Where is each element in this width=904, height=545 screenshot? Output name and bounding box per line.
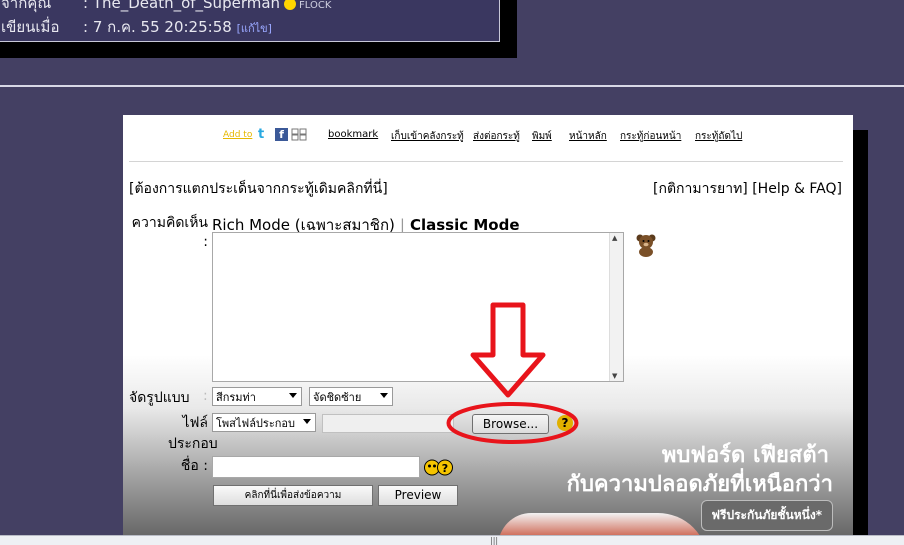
post-toolbar: Add to t f bookmark เก็บเข้าคลังกระทู้ ส… [123, 128, 853, 144]
author-row: จากคุณ : The_Death_of_Superman FLOCK [1, 0, 331, 15]
emoticon-icon[interactable]: ? [424, 459, 454, 476]
post-info-box: จากคุณ : The_Death_of_Superman FLOCK เขียน… [0, 0, 500, 42]
font-color-value: สีกรมท่า [216, 391, 256, 404]
file-path-input[interactable] [322, 414, 454, 433]
flock-label: FLOCK [299, 0, 332, 11]
chevron-down-icon [303, 419, 311, 424]
file-type-select[interactable]: โพสไฟล์ประกอบ [212, 413, 316, 432]
align-value: จัดชิดซ้าย [313, 391, 362, 404]
chevron-down-icon [380, 393, 388, 398]
chevron-down-icon [289, 393, 297, 398]
name-label: ชื่อ : [180, 458, 208, 474]
file-colon: : [203, 414, 208, 430]
bear-emoticon-icon[interactable] [635, 233, 657, 257]
forward-thread-link[interactable]: ส่งต่อกระทู้ [473, 129, 520, 144]
post-info-shadow: จากคุณ : The_Death_of_Superman FLOCK เขียน… [0, 0, 517, 58]
home-link[interactable]: หน้าหลัก [569, 129, 607, 144]
annotation-ellipse [446, 402, 579, 444]
bookmark-link[interactable]: bookmark [328, 129, 378, 140]
textarea-scrollbar[interactable]: ▲ ▼ [609, 233, 623, 381]
opinion-label: ความคิดเห็น : [131, 215, 208, 250]
flock-icon [284, 0, 297, 10]
toolbar-divider [129, 161, 843, 162]
add-to-link[interactable]: Add to [223, 130, 252, 140]
submit-button[interactable]: คลิกที่นี่เพื่อส่งข้อความ [213, 485, 373, 506]
preview-button[interactable]: Preview [378, 485, 458, 506]
print-link[interactable]: พิมพ์ [532, 129, 552, 144]
share-icon[interactable] [291, 128, 307, 141]
rules-link[interactable]: [กติกามารยาท] [653, 181, 748, 197]
scroll-up-icon[interactable]: ▲ [612, 234, 617, 242]
edit-link[interactable]: [แก้ไข] [237, 22, 272, 35]
date-value: : 7 ก.ค. 55 20:25:58 [83, 18, 232, 36]
font-color-select[interactable]: สีกรมท่า [212, 387, 302, 406]
facebook-icon[interactable]: f [275, 128, 288, 141]
reply-panel: พบฟอร์ด เฟียสต้า กับความปลอดภัยที่เหนือก… [123, 115, 853, 539]
next-thread-link[interactable]: กระทู้ถัดไป [695, 129, 742, 144]
align-select[interactable]: จัดชิดซ้าย [309, 387, 393, 406]
author-value[interactable]: : The_Death_of_Superman [83, 0, 280, 12]
save-thread-link[interactable]: เก็บเข้าคลังกระทู้ [391, 129, 464, 144]
date-row: เขียนเมื่อ : 7 ก.ค. 55 20:25:58 [แก้ไข] [1, 15, 272, 39]
ad-cta-button[interactable]: ฟรีประกันภัยชั้นหนึ่ง* [700, 500, 833, 531]
file-label: ไฟล์ประกอบ [168, 415, 218, 452]
help-faq-link[interactable]: [Help & FAQ] [752, 181, 842, 197]
divider-line [0, 85, 904, 87]
rules-help-links: [กติกามารยาท] [Help & FAQ] [653, 178, 842, 200]
file-type-value: โพสไฟล์ประกอบ [216, 417, 295, 430]
ad-subheadline: กับความปลอดภัยที่เหนือกว่า [566, 472, 833, 497]
twitter-icon[interactable]: t [258, 128, 270, 141]
format-colon: : [203, 388, 208, 404]
scroll-down-icon[interactable]: ▼ [612, 372, 617, 380]
name-input[interactable] [212, 456, 420, 478]
prev-thread-link[interactable]: กระทู้ก่อนหน้า [620, 129, 681, 144]
branch-thread-link[interactable]: [ต้องการแตกประเด็นจากกระทู้เดิมคลิกที่นี… [129, 178, 388, 200]
svg-text:?: ? [442, 462, 448, 475]
author-label: จากคุณ [1, 0, 52, 12]
date-label: เขียนเมื่อ [1, 18, 60, 36]
format-label: จัดรูปแบบ [129, 390, 190, 406]
